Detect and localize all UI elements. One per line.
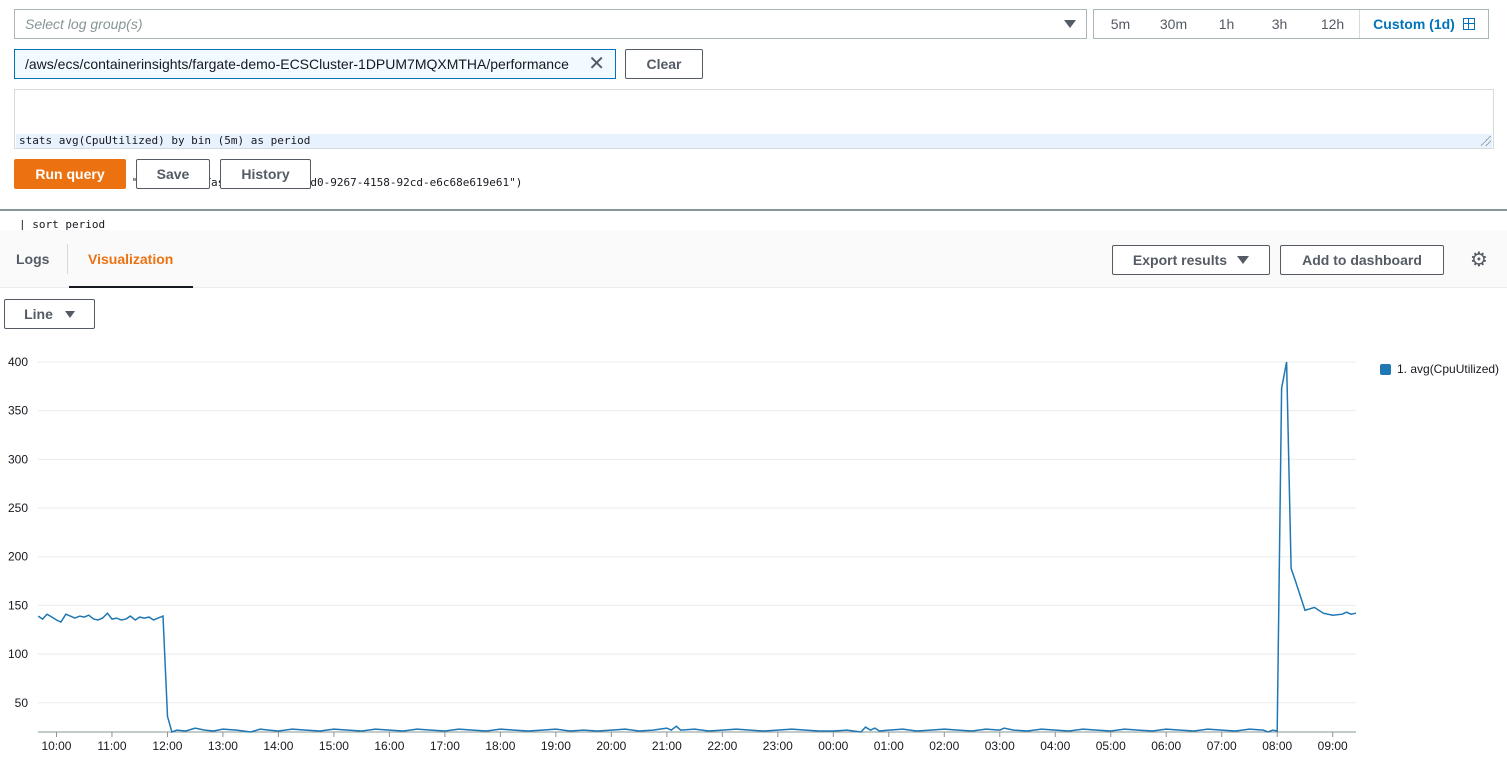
- x-tick-label: 12:00: [152, 739, 182, 753]
- editor-line-1-text: stats avg(CpuUtilized) by bin (5m) as pe…: [19, 134, 311, 147]
- selected-log-group-token: /aws/ecs/containerinsights/fargate-demo-…: [14, 49, 616, 79]
- custom-range-label: Custom (1d): [1373, 16, 1455, 32]
- chart-type-label: Line: [24, 306, 53, 322]
- chart-grid: [38, 361, 1356, 733]
- log-group-select[interactable]: Select log group(s): [14, 9, 1087, 39]
- x-tick-label: 07:00: [1207, 739, 1237, 753]
- x-tick-label: 19:00: [541, 739, 571, 753]
- legend-label: 1. avg(CpuUtilized): [1397, 362, 1500, 376]
- x-tick-label: 06:00: [1151, 739, 1181, 753]
- legend-swatch: [1380, 363, 1391, 375]
- x-tick-label: 15:00: [319, 739, 349, 753]
- resize-handle-icon[interactable]: [1481, 136, 1491, 146]
- x-tick-label: 02:00: [929, 739, 959, 753]
- save-button[interactable]: Save: [136, 159, 210, 189]
- time-range-12h[interactable]: 12h: [1306, 10, 1359, 38]
- x-tick-label: 05:00: [1096, 739, 1126, 753]
- x-tick-label: 18:00: [485, 739, 515, 753]
- active-tab-indicator: [69, 286, 193, 288]
- tab-logs[interactable]: Logs: [16, 251, 49, 267]
- history-button[interactable]: History: [220, 159, 311, 189]
- x-tick-label: 23:00: [763, 739, 793, 753]
- chevron-down-icon[interactable]: [1064, 20, 1076, 28]
- x-tick-label: 00:00: [818, 739, 848, 753]
- x-tick-label: 11:00: [97, 739, 126, 753]
- x-tick-label: 20:00: [596, 739, 626, 753]
- run-query-button[interactable]: Run query: [14, 159, 126, 189]
- y-tick-label: 100: [8, 647, 28, 661]
- calendar-icon: [1462, 18, 1475, 30]
- export-results-button[interactable]: Export results: [1112, 245, 1270, 275]
- caret-down-icon: [1237, 256, 1250, 264]
- query-editor[interactable]: stats avg(CpuUtilized) by bin (5m) as pe…: [14, 89, 1494, 273]
- x-tick-label: 22:00: [707, 739, 737, 753]
- y-tick-label: 300: [8, 452, 28, 466]
- y-axis-ticks: 50 100 150 200 250 300 350 400: [8, 355, 28, 710]
- time-range-selector[interactable]: 5m 30m 1h 3h 12h Custom (1d): [1093, 9, 1489, 39]
- gear-icon[interactable]: ⚙: [1469, 250, 1489, 270]
- x-tick-label: 04:00: [1040, 739, 1070, 753]
- y-tick-label: 350: [8, 404, 28, 418]
- x-axis-ticks: 10:00 11:00 12:00 13:00 14:00 15:00 16:00 17:00…: [41, 732, 1348, 753]
- series-line-cpu-utilized: [37, 361, 1357, 733]
- x-tick-label: 01:00: [874, 739, 904, 753]
- time-range-1h[interactable]: 1h: [1200, 10, 1253, 38]
- log-group-placeholder: Select log group(s): [25, 16, 143, 32]
- y-tick-label: 400: [8, 355, 28, 369]
- x-tick-label: 03:00: [985, 739, 1015, 753]
- panel-divider[interactable]: [0, 209, 1507, 211]
- x-tick-label: 21:00: [652, 739, 682, 753]
- selected-log-group: /aws/ecs/containerinsights/fargate-demo-…: [25, 56, 569, 72]
- time-range-30m[interactable]: 30m: [1147, 10, 1200, 38]
- export-results-label: Export results: [1132, 252, 1228, 268]
- y-tick-label: 250: [8, 501, 28, 515]
- line-chart: 50100150200250300350400 10:00 11:00 12:00 1…: [8, 355, 1357, 753]
- x-tick-label: 08:00: [1262, 739, 1292, 753]
- chart-type-select[interactable]: Line: [4, 299, 95, 329]
- tab-separator: [67, 244, 68, 274]
- time-range-3h[interactable]: 3h: [1253, 10, 1306, 38]
- x-tick-label: 16:00: [374, 739, 404, 753]
- add-to-dashboard-button[interactable]: Add to dashboard: [1280, 245, 1444, 275]
- time-range-custom[interactable]: Custom (1d): [1359, 10, 1488, 38]
- tab-visualization[interactable]: Visualization: [88, 251, 173, 267]
- time-range-5m[interactable]: 5m: [1094, 10, 1147, 38]
- x-tick-label: 10:00: [41, 739, 71, 753]
- x-tick-label: 09:00: [1318, 739, 1348, 753]
- editor-line-1: stats avg(CpuUtilized) by bin (5m) as pe…: [19, 134, 1489, 148]
- close-icon[interactable]: ✕: [588, 54, 605, 74]
- x-tick-label: 17:00: [430, 739, 460, 753]
- caret-down-icon: [64, 310, 75, 318]
- y-tick-label: 200: [8, 550, 28, 564]
- x-tick-label: 13:00: [208, 739, 238, 753]
- y-tick-label: 50: [15, 696, 29, 710]
- y-tick-label: 150: [8, 598, 28, 612]
- clear-button[interactable]: Clear: [625, 49, 703, 79]
- x-tick-label: 14:00: [263, 739, 293, 753]
- chart-legend: 1. avg(CpuUtilized): [1380, 362, 1499, 376]
